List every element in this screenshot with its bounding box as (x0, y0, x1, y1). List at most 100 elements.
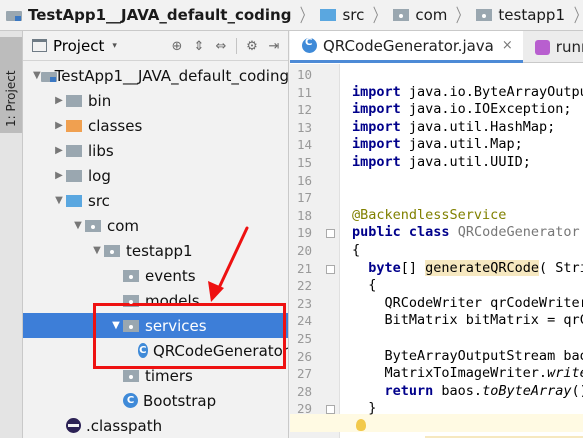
code-line: } (352, 400, 376, 416)
tree-node[interactable]: ▼ testapp1 (23, 238, 288, 263)
tree-node[interactable]: ▶ classes (23, 113, 288, 138)
chevron-down-icon[interactable]: ▾ (112, 41, 117, 51)
editor-tab[interactable]: QRCodeGenerator.java × (290, 31, 523, 63)
code-line: import java.io.IOException; (352, 101, 571, 117)
editor-tab[interactable]: runner (523, 31, 583, 63)
breadcrumb-item-testapp1[interactable]: testapp1 〉 (476, 0, 583, 30)
expanded-arrow-icon[interactable]: ▼ (33, 70, 41, 81)
tree-node[interactable]: ▼ TestApp1__JAVA_default_coding (23, 63, 289, 88)
class-node[interactable]: C Bootstrap (23, 388, 288, 413)
tree-node-label: events (145, 266, 196, 285)
breadcrumb-item-testapp1-java-default-coding[interactable]: TestApp1__JAVA_default_coding 〉 (6, 0, 320, 30)
expanded-arrow-icon[interactable]: ▼ (52, 195, 66, 206)
project-folder-icon (6, 9, 22, 21)
locate-icon[interactable]: ⊕ (166, 35, 188, 57)
toolbar-separator (236, 38, 237, 54)
code-line: byte[] generateQRCode( String (352, 259, 583, 276)
code-line: { (352, 277, 376, 293)
tree-node[interactable]: ▶ libs (23, 138, 288, 163)
code-token: @BackendlessService (352, 206, 507, 223)
project-window-icon (32, 39, 47, 52)
source-folder-icon (320, 9, 337, 21)
tree-node-label: timers (145, 366, 193, 385)
breadcrumb-separator-icon: 〉 (300, 6, 313, 27)
tree-node[interactable]: ▶ bin (23, 88, 288, 113)
line-number: 15 (296, 155, 312, 170)
code-token: java.util.Map; (400, 136, 523, 153)
collapsed-arrow-icon[interactable]: ▶ (52, 170, 66, 181)
line-number: 25 (296, 331, 312, 346)
folder-icon (66, 169, 82, 182)
line-number: 11 (296, 84, 312, 100)
line-number: 24 (296, 313, 312, 329)
code-token: [] (400, 259, 426, 276)
code-token: QRCodeWriter qrCodeWriter (352, 294, 583, 311)
hide-panel-icon[interactable]: ⇥ (263, 35, 285, 57)
code-line: public class QRCodeGenerator (352, 224, 580, 240)
project-panel-actions: ⊕ ⇕ ⇔ ⚙ ⇥ (166, 31, 285, 61)
tree-node[interactable]: events (23, 263, 288, 288)
code-line: QRCodeWriter qrCodeWriter (352, 295, 583, 311)
run-config-icon (534, 39, 550, 55)
breadcrumb-label: testapp1 (498, 6, 565, 24)
code-token: java.util.UUID; (400, 154, 531, 170)
tree-node[interactable]: ▼ com (23, 213, 288, 238)
collapsed-arrow-icon[interactable]: ▶ (52, 145, 66, 156)
expanded-arrow-icon[interactable]: ▼ (90, 245, 104, 256)
settings-gear-icon[interactable]: ⚙ (241, 35, 263, 57)
folder-icon (66, 94, 82, 107)
breadcrumb-item-com[interactable]: com 〉 (393, 0, 476, 30)
left-tool-window-strip: 1: Project (0, 31, 23, 438)
package-icon (123, 369, 139, 382)
tree-node-label: testapp1 (126, 241, 193, 260)
line-number: 21 (296, 260, 312, 276)
code-line: { (352, 242, 360, 258)
scroll-from-source-icon[interactable]: ⇔ (210, 35, 232, 57)
code-token: import (352, 118, 401, 135)
package-icon (123, 269, 139, 282)
project-panel-title: Project (53, 36, 105, 55)
code-line: import java.io.ByteArrayOutputStream; (352, 84, 583, 100)
line-number: 12 (296, 102, 312, 118)
code-line: BitMatrix bitMatrix = qrC (352, 312, 583, 328)
collapse-all-icon[interactable]: ⇕ (188, 35, 210, 57)
project-view-selector[interactable]: Project ▾ (32, 37, 117, 55)
code-token: BitMatrix bitMatrix = qrC (352, 312, 583, 329)
code-line: ByteArrayOutputStream baos (352, 348, 583, 364)
code-line: import java.util.UUID; (352, 154, 531, 170)
code-line: return baos.toByteArray() (352, 383, 583, 399)
excluded-folder-icon (66, 119, 82, 132)
code-token: } (352, 400, 377, 417)
highlight-rectangle (93, 303, 286, 369)
tree-node-label: log (88, 166, 111, 185)
code-token: generateQRCode (425, 259, 539, 276)
lightbulb-icon[interactable] (356, 419, 366, 431)
breadcrumb-item-src[interactable]: src 〉 (320, 0, 393, 30)
collapsed-arrow-icon[interactable]: ▶ (52, 95, 66, 106)
project-folder-icon (40, 70, 57, 82)
tree-node[interactable]: ▶ log (23, 163, 288, 188)
collapsed-arrow-icon[interactable]: ▶ (52, 120, 66, 131)
fold-marker-icon[interactable] (326, 229, 335, 239)
code-area[interactable]: import java.io.ByteArrayOutputStream;imp… (340, 64, 583, 438)
java-class-icon: C (123, 393, 138, 408)
code-token: { (352, 242, 361, 258)
java-class-icon (302, 37, 317, 53)
expanded-arrow-icon[interactable]: ▼ (71, 220, 85, 231)
project-tool-tab-label[interactable]: 1: Project (4, 70, 18, 127)
line-number: 27 (296, 366, 312, 382)
folder-icon (66, 144, 82, 157)
breadcrumb-label: com (415, 6, 448, 24)
line-number: 14 (296, 137, 312, 153)
fold-marker-icon[interactable] (326, 264, 335, 274)
tree-node-label: bin (88, 91, 112, 110)
close-icon[interactable]: × (502, 38, 513, 53)
tree-node[interactable]: .classpath (23, 413, 288, 438)
tree-node[interactable]: ▼ src (23, 188, 288, 213)
tree-node-label: TestApp1__JAVA_default_coding (54, 66, 289, 85)
code-token: public class (352, 224, 450, 241)
tree-node-label: src (88, 191, 110, 210)
line-number: 22 (296, 278, 312, 294)
